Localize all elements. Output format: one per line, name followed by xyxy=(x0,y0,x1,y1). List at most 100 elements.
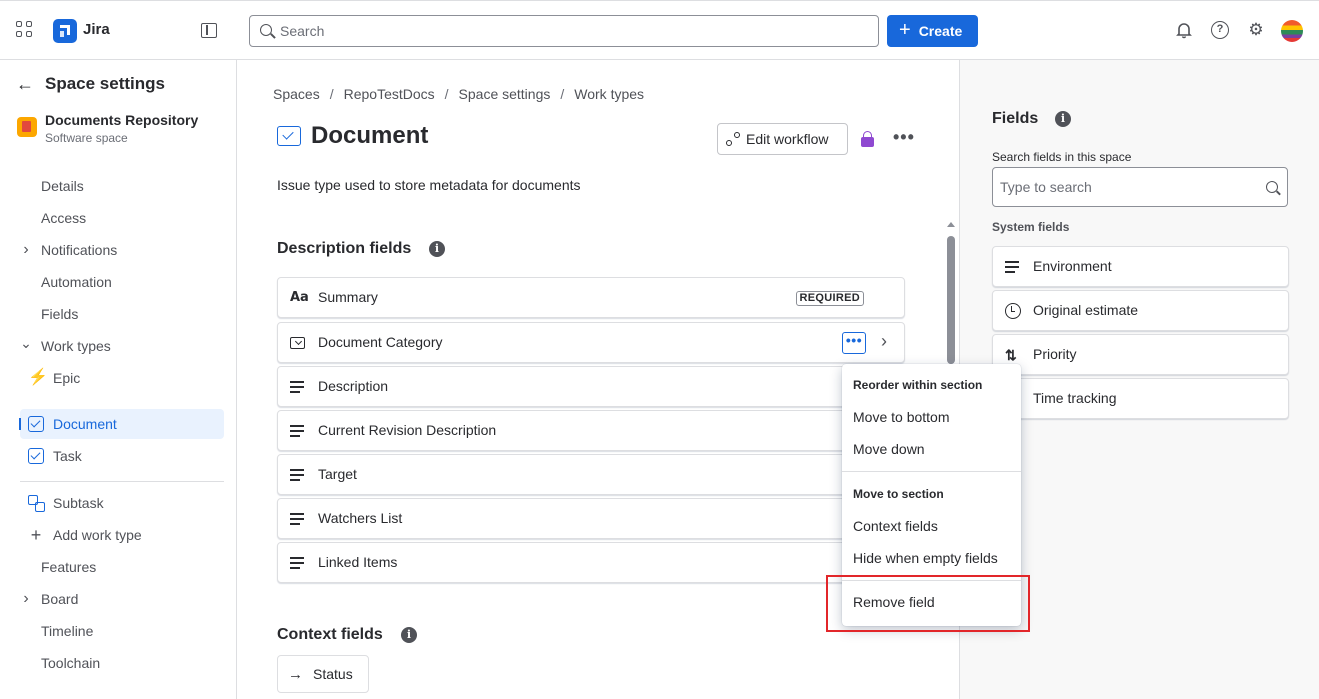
field-row-document-category[interactable]: Document Category ••• › xyxy=(277,322,905,363)
edit-workflow-label: Edit workflow xyxy=(746,131,829,147)
info-icon[interactable]: i xyxy=(401,627,417,643)
edit-workflow-button[interactable]: Edit workflow xyxy=(717,123,848,155)
breadcrumb-item[interactable]: Spaces xyxy=(273,86,320,102)
menu-section-heading: Move to section xyxy=(853,487,944,501)
context-fields-title: Context fields xyxy=(277,626,383,643)
field-row-summary[interactable]: Aa Summary REQUIRED xyxy=(277,277,905,318)
sidebar-item-label: Features xyxy=(41,559,97,575)
sidebar-item-label: Toolchain xyxy=(41,655,101,671)
bell-icon[interactable] xyxy=(1175,21,1193,39)
search-input[interactable] xyxy=(280,16,860,46)
sidebar-item-label: Notifications xyxy=(41,242,118,258)
field-row-target[interactable]: Target xyxy=(277,454,905,495)
field-label: Summary xyxy=(318,289,378,305)
document-type-icon xyxy=(277,126,301,146)
menu-item-hide-when-empty[interactable]: Hide when empty fields xyxy=(842,542,1021,574)
info-icon[interactable]: i xyxy=(1055,111,1071,127)
space-name: Documents Repository xyxy=(45,112,199,128)
sidebar-item-fields[interactable]: Fields xyxy=(20,299,224,329)
lock-icon[interactable] xyxy=(861,131,874,147)
back-arrow-icon[interactable]: ← xyxy=(16,74,34,95)
app-switcher-icon[interactable] xyxy=(16,21,34,39)
system-field-original-estimate[interactable]: Original estimate xyxy=(992,290,1289,331)
app-name[interactable]: Jira xyxy=(83,21,110,38)
document-type-icon xyxy=(28,416,44,432)
top-navigation-bar: Jira + Create ? ⚙ xyxy=(0,0,1319,60)
info-icon[interactable]: i xyxy=(429,241,445,257)
sidebar-item-task[interactable]: Task xyxy=(20,441,224,471)
more-actions-icon[interactable]: ••• xyxy=(893,128,915,146)
space-type: Software space xyxy=(45,131,128,145)
sidebar-item-label: Task xyxy=(53,448,82,464)
field-row-description[interactable]: Description xyxy=(277,366,905,407)
sidebar-item-label: Details xyxy=(41,178,84,194)
sidebar-item-board[interactable]: › Board xyxy=(20,584,224,614)
system-field-environment[interactable]: Environment xyxy=(992,246,1289,287)
sidebar-item-subtask[interactable]: Subtask xyxy=(20,488,224,518)
breadcrumb: Spaces / RepoTestDocs / Space settings /… xyxy=(273,86,644,102)
breadcrumb-item[interactable]: Work types xyxy=(574,86,644,102)
required-badge: REQUIRED xyxy=(795,291,864,306)
global-search[interactable] xyxy=(249,15,879,47)
sidebar-item-features[interactable]: Features xyxy=(20,552,224,582)
chevron-right-icon[interactable]: › xyxy=(20,590,32,608)
active-indicator xyxy=(19,418,21,430)
context-field-status[interactable]: → Status xyxy=(277,655,369,693)
sidebar-item-timeline[interactable]: Timeline xyxy=(20,616,224,646)
sidebar-item-automation[interactable]: Automation xyxy=(20,267,224,297)
field-row-linked-items[interactable]: Linked Items xyxy=(277,542,905,583)
menu-item-move-down[interactable]: Move down xyxy=(842,433,1021,465)
field-label: Target xyxy=(318,466,357,482)
scroll-up-arrow-icon[interactable] xyxy=(947,222,955,227)
clock-icon xyxy=(1005,303,1021,319)
sidebar-item-work-types[interactable]: ⌄ Work types xyxy=(20,331,224,361)
plus-icon: + xyxy=(899,19,911,41)
chevron-right-icon[interactable]: › xyxy=(20,241,32,259)
menu-item-move-to-bottom[interactable]: Move to bottom xyxy=(842,401,1021,433)
avatar[interactable] xyxy=(1281,20,1303,42)
annotation-highlight-box xyxy=(826,575,1030,632)
sidebar-item-epic[interactable]: ⚡ Epic xyxy=(20,363,224,393)
priority-sort-icon: ⇅ xyxy=(1005,347,1017,363)
help-icon[interactable]: ? xyxy=(1211,21,1229,39)
chevron-down-icon[interactable]: ⌄ xyxy=(20,335,32,352)
create-button-label: Create xyxy=(918,23,963,39)
sidebar-item-add-work-type[interactable]: + Add work type xyxy=(20,520,224,550)
sidebar-item-notifications[interactable]: › Notifications xyxy=(20,235,224,265)
breadcrumb-item[interactable]: Space settings xyxy=(459,86,551,102)
field-label: Current Revision Description xyxy=(318,422,497,438)
field-label: Linked Items xyxy=(318,554,398,570)
jira-logo-icon[interactable] xyxy=(53,19,77,43)
system-field-time-tracking[interactable]: Time tracking xyxy=(992,378,1289,419)
fields-search-input[interactable] xyxy=(1000,168,1250,206)
description-fields-title: Description fields xyxy=(277,240,412,257)
sidebar-title: Space settings xyxy=(45,74,165,93)
search-icon xyxy=(260,24,272,36)
sidebar-item-toolchain[interactable]: Toolchain xyxy=(20,648,224,678)
paragraph-icon xyxy=(1005,260,1021,274)
arrow-right-icon: → xyxy=(288,665,303,683)
menu-divider xyxy=(842,471,1021,472)
system-field-priority[interactable]: ⇅ Priority xyxy=(992,334,1289,375)
field-more-button[interactable]: ••• xyxy=(842,332,866,354)
field-row-current-revision-description[interactable]: Current Revision Description xyxy=(277,410,905,451)
sidebar-item-document[interactable]: Document xyxy=(19,409,224,439)
page-description: Issue type used to store metadata for do… xyxy=(277,177,581,193)
field-label: Document Category xyxy=(318,334,443,350)
fields-search[interactable] xyxy=(992,167,1288,207)
chevron-right-icon[interactable]: › xyxy=(881,331,887,352)
field-row-watchers-list[interactable]: Watchers List xyxy=(277,498,905,539)
sidebar-item-details[interactable]: Details xyxy=(20,171,224,201)
menu-section-heading: Reorder within section xyxy=(853,378,983,392)
sidebar-item-access[interactable]: Access xyxy=(20,203,224,233)
sidebar-item-label: Timeline xyxy=(41,623,94,639)
create-button[interactable]: + Create xyxy=(887,15,978,47)
sidebar-divider xyxy=(20,481,224,482)
scrollbar-thumb[interactable] xyxy=(947,236,955,364)
menu-item-context-fields[interactable]: Context fields xyxy=(842,510,1021,542)
field-label: Description xyxy=(318,378,389,394)
collapse-sidebar-icon[interactable] xyxy=(201,23,217,38)
subtask-icon xyxy=(28,495,45,512)
gear-icon[interactable]: ⚙ xyxy=(1247,21,1265,39)
breadcrumb-item[interactable]: RepoTestDocs xyxy=(344,86,435,102)
